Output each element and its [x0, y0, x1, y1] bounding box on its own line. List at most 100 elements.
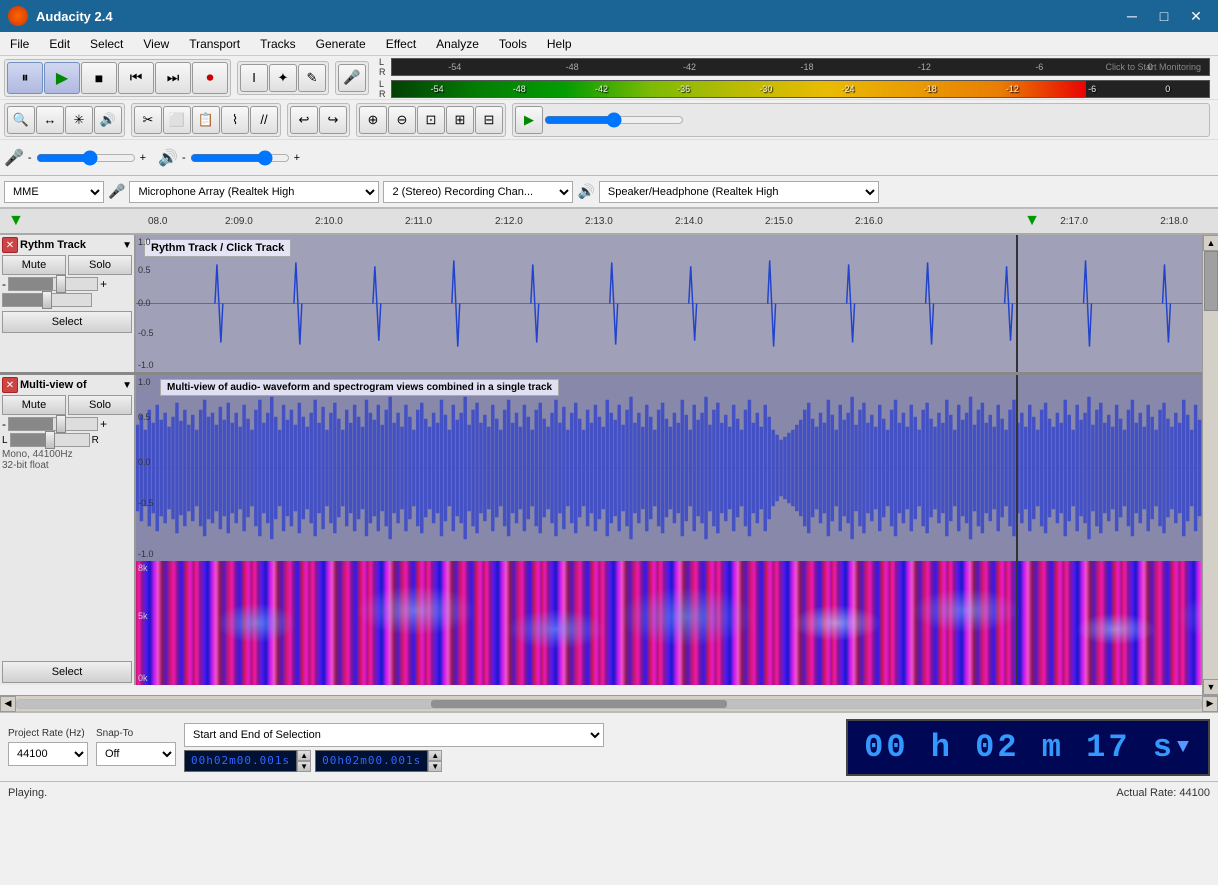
rhythm-track-close-button[interactable]: ✕	[2, 237, 18, 253]
menu-select[interactable]: Select	[80, 35, 133, 53]
zoom-sel-button[interactable]: ⊞	[446, 106, 474, 134]
draw-tool-button[interactable]: ✎	[298, 64, 326, 92]
scroll-thumb[interactable]	[1204, 251, 1218, 311]
right-playhead-marker-icon: ▼	[1024, 212, 1040, 230]
zoom-in2-button[interactable]: ⊕	[359, 106, 387, 134]
vertical-scrollbar[interactable]: ▲ ▼	[1202, 235, 1218, 695]
selection-tool-button[interactable]: I	[240, 64, 268, 92]
multi3-button[interactable]: ✳	[65, 106, 93, 134]
zoom-fit-button[interactable]: ⊡	[417, 106, 445, 134]
trim-button[interactable]: ⬜	[163, 106, 191, 134]
input-volume-slider[interactable]	[36, 150, 136, 166]
scroll-left-button[interactable]: ◀	[0, 696, 16, 712]
multiview-solo-button[interactable]: Solo	[68, 395, 132, 415]
bottom-statusbar: Playing. Actual Rate: 44100	[0, 781, 1218, 803]
menu-tracks[interactable]: Tracks	[250, 35, 306, 53]
zoom-in-button[interactable]: 🔍	[7, 106, 35, 134]
multiview-track-close-button[interactable]: ✕	[2, 377, 18, 393]
playing-status: Playing.	[8, 787, 47, 799]
play-speed-button[interactable]: ▶	[515, 106, 543, 134]
zoom-out-button[interactable]: ⊖	[388, 106, 416, 134]
cut-button[interactable]: ✂	[134, 106, 162, 134]
rhythm-pan-slider[interactable]	[2, 293, 92, 307]
close-button[interactable]: ✕	[1182, 6, 1210, 26]
menu-edit[interactable]: Edit	[39, 35, 80, 53]
time-display-dropdown-icon[interactable]: ▼	[1177, 736, 1192, 759]
vu-label-42: -42	[683, 62, 696, 72]
pause-button[interactable]: ⏸	[7, 62, 43, 94]
mv-scale-0.5: 0.5	[138, 412, 151, 422]
time1-up-button[interactable]: ▲	[297, 750, 311, 761]
menu-generate[interactable]: Generate	[306, 35, 376, 53]
time-216: 2:16.0	[855, 216, 883, 227]
compand-button[interactable]: //	[250, 106, 278, 134]
menu-tools[interactable]: Tools	[489, 35, 537, 53]
selection-type-select[interactable]: Start and End of Selection Start and Len…	[184, 723, 604, 747]
speaker2-button[interactable]: 🔊	[94, 106, 122, 134]
menu-transport[interactable]: Transport	[179, 35, 250, 53]
rhythm-track-dropdown-icon[interactable]: ▼	[122, 240, 132, 251]
vu-top-meter[interactable]: Click to Start Monitoring -54 -48 -42 -1…	[391, 58, 1210, 76]
playback-group: ▶	[512, 103, 1210, 137]
menu-file[interactable]: File	[0, 35, 39, 53]
hscroll-track[interactable]	[16, 699, 1202, 709]
output-device-select[interactable]: Speaker/Headphone (Realtek High	[599, 181, 879, 203]
multiview-track-dropdown-icon[interactable]: ▼	[122, 380, 132, 391]
rhythm-waveform-area: 1.0 0.5 0.0 -0.5 -1.0 Rythm Track / Clic…	[136, 235, 1202, 372]
vol-plus-label: +	[140, 152, 146, 164]
out-minus-label: -	[182, 152, 186, 164]
play-button[interactable]: ▶	[44, 62, 80, 94]
redo-button[interactable]: ↪	[319, 106, 347, 134]
menu-view[interactable]: View	[133, 35, 179, 53]
api-select[interactable]: MME DirectSound WASAPI	[4, 181, 104, 203]
time-value-1: 00h02m00.001s	[184, 750, 297, 772]
multiview-select-button[interactable]: Select	[2, 661, 132, 683]
snap-select[interactable]: Off On	[96, 742, 176, 766]
rhythm-solo-button[interactable]: Solo	[68, 255, 132, 275]
multiview-volume-slider[interactable]	[8, 417, 98, 431]
skip-back-button[interactable]: ⏮	[118, 62, 154, 94]
time2-up-button[interactable]: ▲	[428, 750, 442, 761]
skip-forward-button[interactable]: ⏭	[155, 62, 191, 94]
rhythm-select-button[interactable]: Select	[2, 311, 132, 333]
maximize-button[interactable]: □	[1150, 6, 1178, 26]
record-button[interactable]: ⏺	[192, 62, 228, 94]
vu-label-0: 0	[1148, 62, 1153, 72]
rhythm-wave-svg	[136, 235, 1202, 372]
output-volume-slider[interactable]	[190, 150, 290, 166]
menu-analyze[interactable]: Analyze	[426, 35, 489, 53]
mic-button[interactable]: 🎤	[338, 64, 366, 92]
timeline-ruler[interactable]: ▼ 08.0 2:09.0 2:10.0 2:11.0 2:12.0 2:13.…	[0, 209, 1218, 235]
rhythm-volume-control: - +	[2, 277, 132, 291]
menu-effect[interactable]: Effect	[376, 35, 426, 53]
stop-button[interactable]: ■	[81, 62, 117, 94]
multiview-mute-button[interactable]: Mute	[2, 395, 66, 415]
project-rate-label: Project Rate (Hz)	[8, 728, 88, 739]
multiview-pan-slider[interactable]	[10, 433, 90, 447]
rhythm-volume-slider[interactable]	[8, 277, 98, 291]
time2-down-button[interactable]: ▼	[428, 761, 442, 772]
statusbar: Project Rate (Hz) 44100 48000 96000 Snap…	[0, 711, 1218, 781]
rhythm-mute-button[interactable]: Mute	[2, 255, 66, 275]
edit-toolbar: 🔍 ↔ ✳ 🔊 ✂ ⬜ 📋 ⌇ // ↩ ↪ ⊕ ⊖ ⊡ ⊞ ⊟ ▶	[0, 100, 1218, 140]
input-device-select[interactable]: Microphone Array (Realtek High	[129, 181, 379, 203]
minimize-button[interactable]: ─	[1118, 6, 1146, 26]
mv-scale-0.0: 0.0	[138, 457, 151, 467]
time1-down-button[interactable]: ▼	[297, 761, 311, 772]
clipboard-button[interactable]: 📋	[192, 106, 220, 134]
multi-tool-button[interactable]: ✦	[269, 64, 297, 92]
move-h-button[interactable]: ↔	[36, 106, 64, 134]
envelope-button[interactable]: ⌇	[221, 106, 249, 134]
undo-button[interactable]: ↩	[290, 106, 318, 134]
menu-help[interactable]: Help	[537, 35, 582, 53]
scroll-up-button[interactable]: ▲	[1203, 235, 1218, 251]
hscroll-thumb[interactable]	[431, 700, 727, 708]
zoom-toggle-button[interactable]: ⊟	[475, 106, 503, 134]
vu-bottom-meter[interactable]: -54 -48 -42 -36 -30 -24 -18 -12 -6 0	[391, 80, 1210, 98]
scroll-right-button[interactable]: ▶	[1202, 696, 1218, 712]
playback-speed-slider[interactable]	[544, 112, 684, 128]
project-rate-select[interactable]: 44100 48000 96000	[8, 742, 88, 766]
scale-0.0: 0.0	[138, 298, 151, 308]
channels-select[interactable]: 2 (Stereo) Recording Chan...	[383, 181, 573, 203]
scroll-down-button[interactable]: ▼	[1203, 679, 1218, 695]
